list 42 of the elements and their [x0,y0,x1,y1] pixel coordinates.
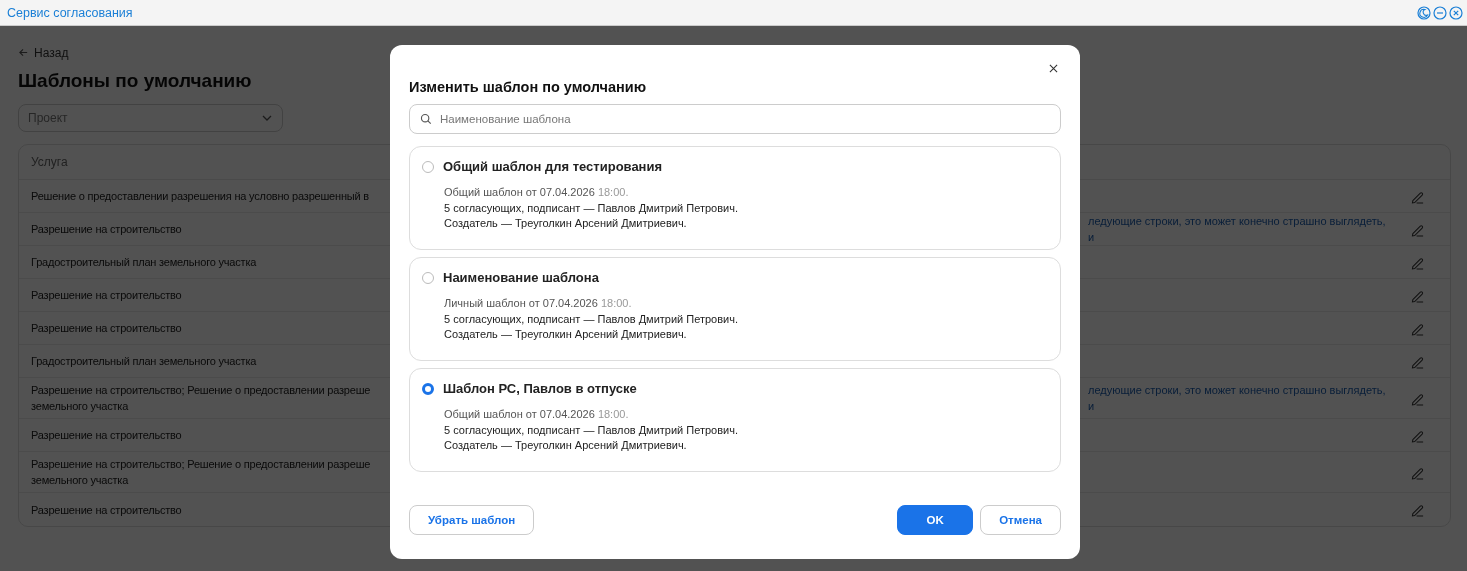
page-title: Шаблоны по умолчанию [18,70,252,92]
table-cell-text: Разрешение на строительство [31,321,182,336]
cancel-button[interactable]: Отмена [980,505,1061,535]
template-approvers: 5 согласующих, подписант — Павлов Дмитрий Петрович. [444,200,739,216]
template-date: Общий шаблон от 07.04.2026 18:00. [444,407,630,422]
table-cell-text: Разрешение на строительство [31,428,182,443]
remove-template-button[interactable]: Убрать шаблон [409,505,535,535]
table-cell-text: Градостроительный план земельного участка [31,255,257,270]
table-cell-text: Разрешение на строительство; Решение о предоставлении разреше земельного участка [31,383,371,414]
moon-icon[interactable] [1417,5,1431,20]
window-title: Сервис согласования [7,5,133,20]
dialog-title: Изменить шаблон по умолчанию [409,79,648,95]
template-name: Шаблон РС, Павлов в отпуске [443,381,637,396]
table-cell-text: Разрешение на строительство [31,222,182,237]
radio-button[interactable] [422,382,434,395]
search-field[interactable]: Наименование шаблона [409,104,1061,134]
template-card[interactable]: Шаблон РС, Павлов в отпуске Общий шаблон от 07.04.2026 18:00. 5 согласующих, подписант — Павлов Дмитрий Петрович. Создатель — Треуголкин Арсений Дмитриевич. [409,368,1061,472]
table-cell-text: ледующие строки, это может конечно страшно выглядеть, и [1088,383,1387,414]
template-approvers: 5 согласующих, подписант — Павлов Дмитрий Петрович. [444,422,739,438]
table-cell-text: Разрешение на строительство [31,502,182,518]
template-creator: Создатель — Треуголкин Арсений Дмитриевич. [444,438,688,453]
template-card[interactable]: Наименование шаблона Личный шаблон от 07.04.2026 18:00. 5 согласующих, подписант — Павлов Дмитрий Петрович. Создатель — Треуголкин Арсений Дмитриевич. [409,257,1061,361]
table-cell-text: Разрешение на строительство [31,288,182,303]
search-icon [420,113,432,125]
table-cell-text: Градостроительный план земельного участка [31,354,257,369]
back-link[interactable]: Назад [18,45,69,60]
template-name: Наименование шаблона [443,270,599,285]
minimize-icon[interactable] [1433,5,1447,20]
template-date: Личный шаблон от 07.04.2026 18:00. [444,296,633,311]
ok-button[interactable]: OK [897,505,974,535]
table-cell-text: Решение о предоставлении разрешения на условно разрешенный в [31,189,369,204]
table-cell-text: ледующие строки, это может конечно страшно выглядеть, и [1088,214,1387,245]
template-name: Общий шаблон для тестирования [443,159,663,174]
template-approvers: 5 согласующих, подписант — Павлов Дмитрий Петрович. [444,311,739,327]
close-icon[interactable] [1049,64,1058,73]
table-cell-text: Разрешение на строительство; Решение о предоставлении разреше земельного участка [31,457,371,488]
template-date: Общий шаблон от 07.04.2026 18:00. [444,185,630,200]
template-card[interactable]: Общий шаблон для тестирования Общий шаблон от 07.04.2026 18:00. 5 согласующих, подписант — Павлов Дмитрий Петрович. Создатель — Треуголкин Арсений Дмитриевич. [409,146,1061,250]
template-creator: Создатель — Треуголкин Арсений Дмитриевич. [444,327,688,342]
arrow-left-icon [18,47,29,58]
template-creator: Создатель — Треуголкин Арсений Дмитриевич. [444,216,688,231]
pencil-icon[interactable] [1410,502,1425,517]
